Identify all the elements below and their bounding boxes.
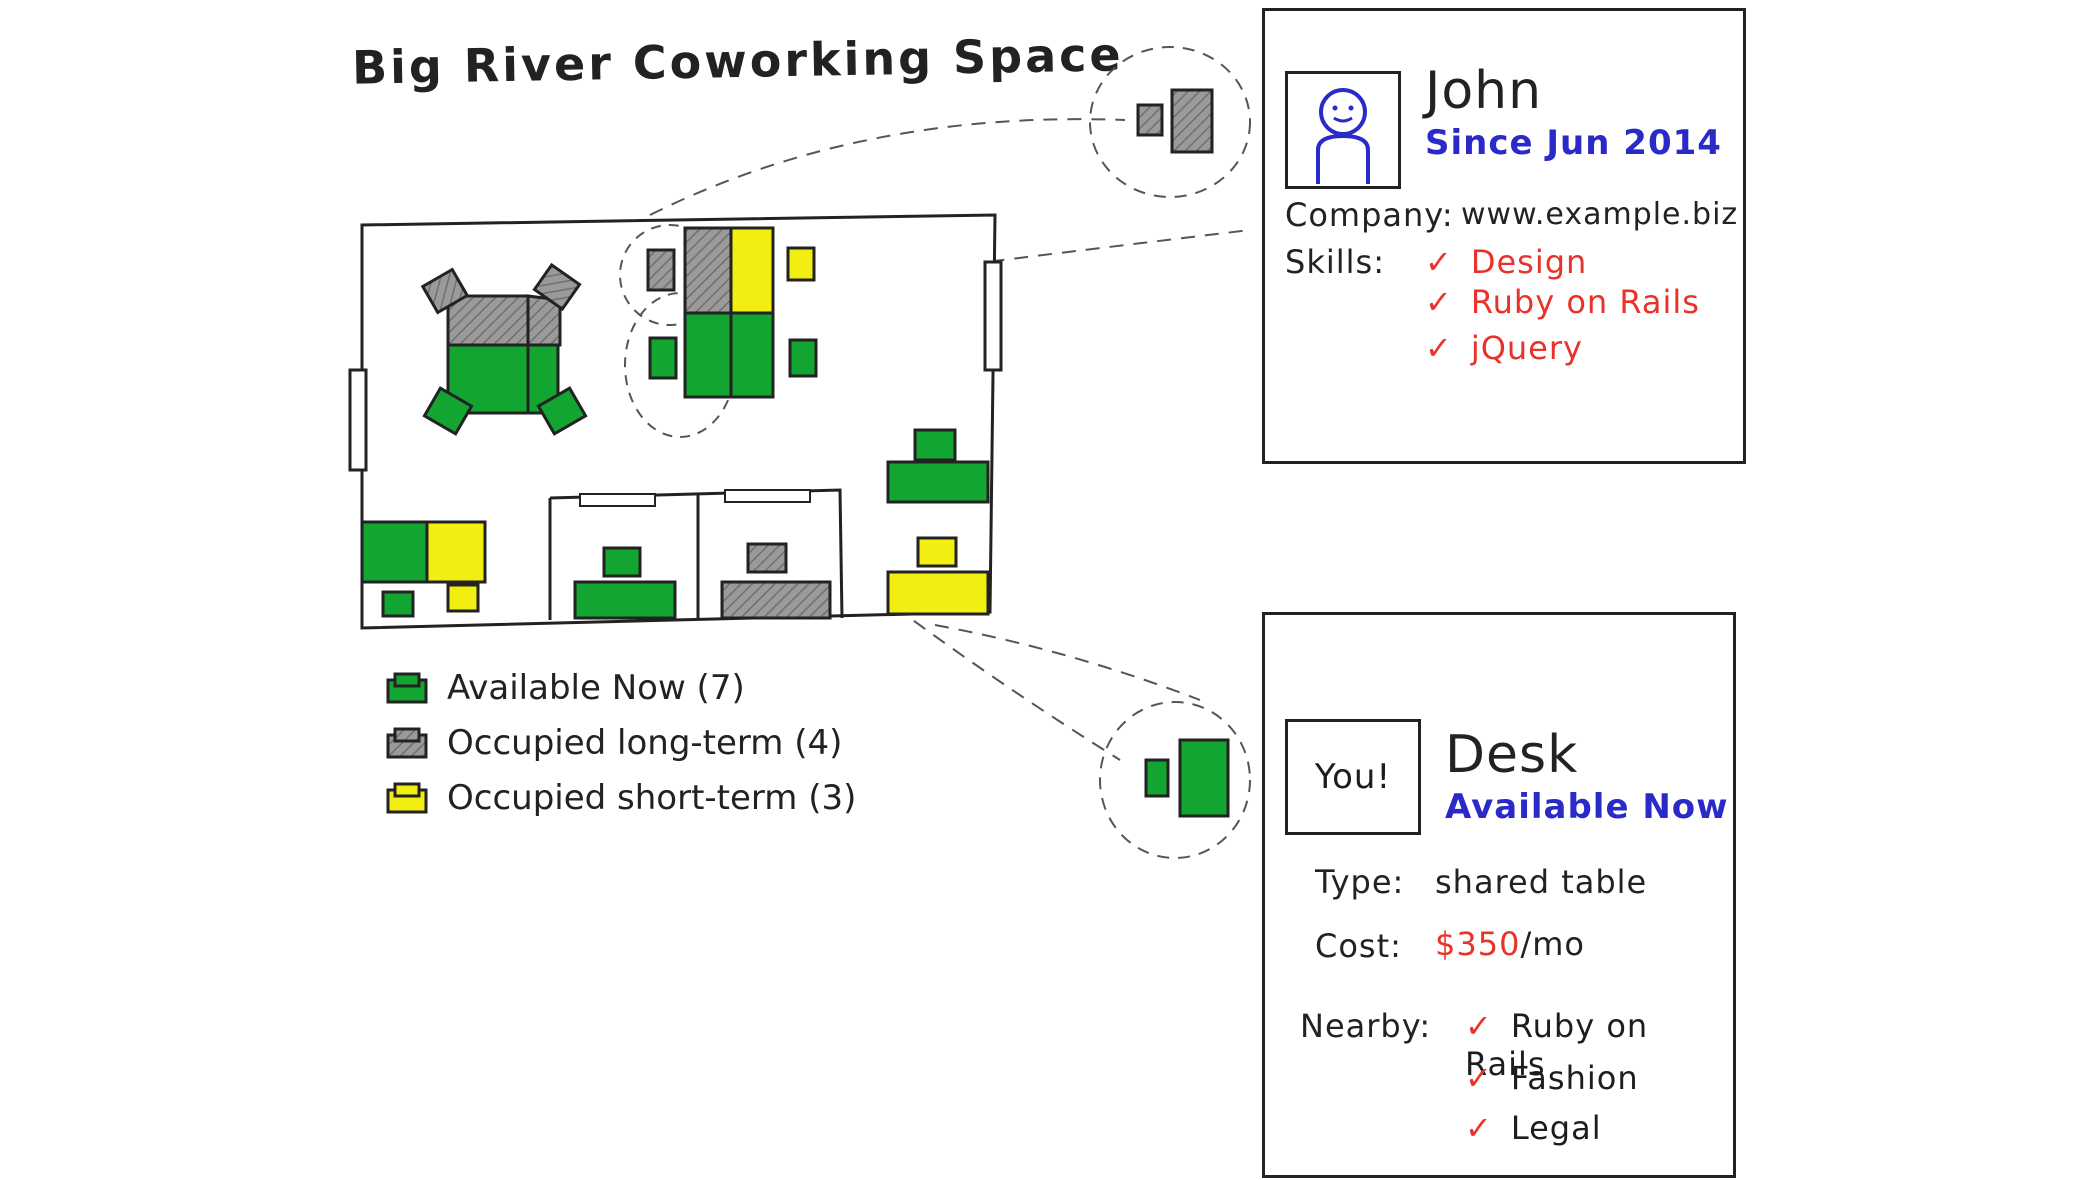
legend-label: Occupied long-term (4)	[447, 722, 843, 763]
company-value[interactable]: www.example.biz	[1461, 197, 1738, 232]
legend-item-short-term: Occupied short-term (3)	[385, 770, 856, 825]
member-profile-card: John Since Jun 2014 Company: www.example…	[1262, 8, 1746, 464]
skill-item: ✓ Design	[1425, 243, 1588, 281]
skills-label: Skills:	[1285, 243, 1385, 281]
member-since: Since Jun 2014	[1425, 123, 1722, 163]
avatar	[1285, 71, 1401, 189]
check-icon: ✓	[1465, 1059, 1493, 1097]
person-icon	[1316, 88, 1370, 184]
legend-item-long-term: Occupied long-term (4)	[385, 715, 856, 770]
legend-item-available: Available Now (7)	[385, 660, 856, 715]
floor-plan-scene	[348, 46, 1251, 859]
chair-icon-short-term	[386, 782, 428, 813]
window-right	[983, 260, 1003, 372]
legend-label: Available Now (7)	[447, 667, 745, 708]
you-marker: You!	[1285, 719, 1421, 835]
nearby-item: ✓ Fashion	[1465, 1059, 1639, 1097]
cost-value: $350/mo	[1435, 925, 1585, 963]
check-icon: ✓	[1425, 329, 1453, 367]
company-label: Company:	[1285, 196, 1454, 234]
desk-title: Desk	[1445, 725, 1579, 785]
desk-status: Available Now	[1445, 787, 1729, 827]
floor-plan	[348, 213, 1003, 630]
check-icon: ✓	[1425, 283, 1453, 321]
window-left	[348, 368, 368, 472]
check-icon: ✓	[1425, 243, 1453, 281]
skill-item: ✓ Ruby on Rails	[1425, 283, 1700, 321]
type-label: Type:	[1315, 863, 1405, 901]
desk-detail-card: You! Desk Available Now Type: shared tab…	[1262, 612, 1736, 1178]
nearby-item: ✓ Legal	[1465, 1109, 1602, 1147]
chair-icon-available	[386, 672, 428, 703]
nearby-label: Nearby:	[1300, 1007, 1432, 1045]
skill-item: ✓ jQuery	[1425, 329, 1583, 367]
cost-label: Cost:	[1315, 927, 1402, 965]
legend: Available Now (7) Occupied long-term (4)…	[385, 660, 856, 825]
legend-label: Occupied short-term (3)	[447, 777, 857, 818]
zoom-circle-john	[1089, 46, 1251, 198]
member-name: John	[1425, 61, 1543, 121]
chair-icon-long-term	[386, 727, 428, 758]
check-icon: ✓	[1465, 1109, 1493, 1147]
zoom-desk-john	[1136, 88, 1214, 154]
zoom-desk-available	[1144, 738, 1230, 818]
type-value: shared table	[1435, 863, 1648, 901]
check-icon: ✓	[1465, 1007, 1493, 1045]
